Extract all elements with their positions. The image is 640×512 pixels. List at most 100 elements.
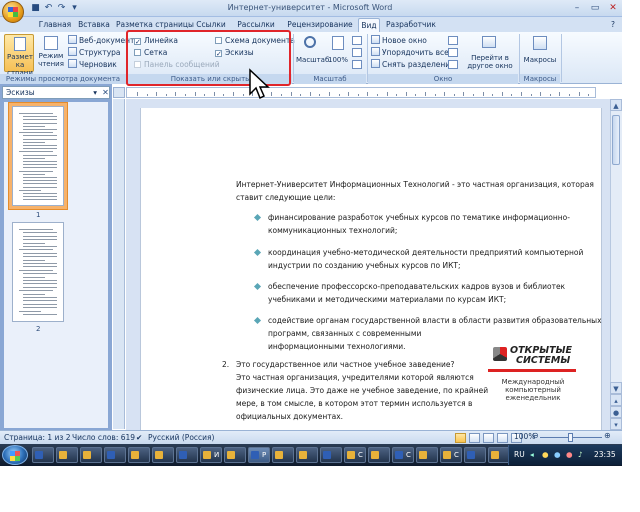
close-button[interactable]: ✕ (604, 2, 622, 14)
taskbar-button[interactable] (176, 447, 198, 463)
side-by-side-icon[interactable] (448, 36, 458, 45)
taskbar-button[interactable] (416, 447, 438, 463)
save-icon[interactable]: ■ (30, 3, 41, 14)
reading-view-icon[interactable] (469, 433, 480, 443)
switch-windows-button[interactable]: Перейти в другое окно (462, 34, 518, 72)
taskbar-button[interactable] (80, 447, 102, 463)
app-icon (419, 451, 427, 459)
horizontal-ruler[interactable] (126, 87, 596, 98)
app-icon (227, 451, 235, 459)
close-icon[interactable]: ✕ (100, 86, 111, 99)
thumbnail-text-line (19, 189, 41, 191)
select-browse-object-icon[interactable]: ● (610, 406, 622, 418)
redo-icon[interactable]: ↷ (56, 3, 67, 14)
taskbar-button[interactable] (296, 447, 318, 463)
web-view-icon[interactable] (483, 433, 494, 443)
scroll-down-icon[interactable]: ▼ (610, 382, 622, 394)
next-page-icon[interactable]: ▾ (610, 418, 622, 430)
arrange-all-button[interactable]: Упорядочить все (371, 47, 449, 58)
tray-icon[interactable]: ● (554, 450, 561, 460)
new-window-button[interactable]: Новое окно (371, 35, 427, 46)
taskbar-button[interactable] (368, 447, 390, 463)
tray-icon[interactable]: ● (566, 450, 573, 460)
app-icon (203, 451, 211, 459)
one-page-icon[interactable] (352, 36, 362, 45)
language-indicator[interactable]: Русский (Россия) (148, 433, 214, 443)
zoom-in-icon[interactable]: ⊕ (604, 431, 611, 440)
taskbar-button[interactable] (488, 447, 510, 463)
tab-review[interactable]: Рецензирование (286, 18, 354, 32)
clock[interactable]: 23:35 (594, 450, 616, 460)
taskbar-button[interactable] (152, 447, 174, 463)
two-pages-icon[interactable] (352, 48, 362, 57)
thumbnail-page-2[interactable] (12, 222, 64, 322)
taskbar-button[interactable]: С (392, 447, 414, 463)
tray-icon[interactable]: ◂ (530, 450, 534, 460)
maximize-button[interactable]: ▭ (586, 2, 604, 14)
tab-home[interactable]: Главная (36, 18, 74, 32)
scrollbar-thumb[interactable] (612, 115, 620, 165)
volume-icon[interactable]: ♪ (578, 450, 583, 460)
print-layout-button[interactable]: Разметка страницы (4, 34, 34, 85)
taskbar-button[interactable] (224, 447, 246, 463)
undo-icon[interactable]: ↶ (43, 3, 54, 14)
page-count[interactable]: Страница: 1 из 2 (4, 433, 71, 443)
reading-mode-button[interactable]: Режим чтения (36, 34, 66, 72)
remove-split-button[interactable]: Снять разделение (371, 59, 455, 70)
taskbar-button[interactable]: С (440, 447, 462, 463)
zoom-out-icon[interactable]: ⊖ (532, 431, 539, 440)
sync-scroll-icon[interactable] (448, 48, 458, 57)
taskbar-button[interactable] (272, 447, 294, 463)
page-width-icon[interactable] (352, 60, 362, 69)
thumbnail-text-line (23, 276, 45, 278)
pane-view-selector[interactable]: Эскизы ▾ (2, 86, 110, 99)
taskbar-button[interactable]: И (200, 447, 222, 463)
tab-developer[interactable]: Разработчик (386, 18, 436, 32)
taskbar-button[interactable]: Р (248, 447, 270, 463)
zoom-button[interactable]: Масштаб (296, 34, 329, 72)
tab-selector[interactable] (113, 87, 125, 98)
vertical-ruler[interactable] (113, 99, 125, 429)
tab-view[interactable]: Вид (358, 18, 380, 32)
zoom-100-button[interactable]: 100% (326, 34, 350, 72)
proofing-icon[interactable]: ✔ (136, 433, 142, 443)
word-count[interactable]: Число слов: 619 (72, 433, 135, 443)
taskbar-button[interactable] (128, 447, 150, 463)
reset-position-icon[interactable] (448, 60, 458, 69)
customize-icon[interactable]: ▾ (69, 3, 80, 14)
previous-page-icon[interactable]: ▴ (610, 394, 622, 406)
outline-view-icon[interactable] (497, 433, 508, 443)
taskbar-button[interactable] (320, 447, 342, 463)
draft-button[interactable]: Черновик (68, 59, 117, 70)
thumbnail-text-line (23, 180, 57, 182)
ruler-tick (194, 92, 196, 96)
taskbar-button-label: Р (262, 451, 267, 459)
thumbnail-page-1[interactable] (12, 106, 64, 206)
help-icon[interactable]: ? (608, 18, 618, 32)
ruler-tick (377, 94, 378, 96)
group-label-views: Режимы просмотра документа (0, 74, 126, 84)
list-item-text: информационными технологиями. (268, 342, 406, 351)
book-icon (44, 36, 58, 50)
start-button[interactable] (2, 445, 28, 465)
macros-button[interactable]: Макросы (522, 34, 558, 72)
zoom-slider-knob[interactable] (568, 433, 573, 442)
outline-button[interactable]: Структура (68, 47, 121, 58)
office-button[interactable] (2, 1, 24, 23)
tray-icon[interactable]: ● (542, 450, 549, 460)
minimize-button[interactable]: – (568, 2, 586, 14)
taskbar-button[interactable] (104, 447, 126, 463)
taskbar-button[interactable]: С (344, 447, 366, 463)
taskbar-button[interactable] (464, 447, 486, 463)
web-layout-button[interactable]: Веб-документ (68, 35, 134, 46)
thumbnail-text-line (23, 297, 57, 298)
tab-insert[interactable]: Вставка (76, 18, 112, 32)
keyboard-layout[interactable]: RU (514, 450, 525, 460)
thumbnail-text-line (23, 232, 57, 234)
taskbar-button[interactable] (56, 447, 78, 463)
app-icon (251, 451, 259, 459)
thumbnail-text-line (23, 273, 57, 275)
taskbar-button[interactable] (32, 447, 54, 463)
scroll-up-icon[interactable]: ▲ (610, 99, 622, 111)
print-layout-view-icon[interactable] (455, 433, 466, 443)
